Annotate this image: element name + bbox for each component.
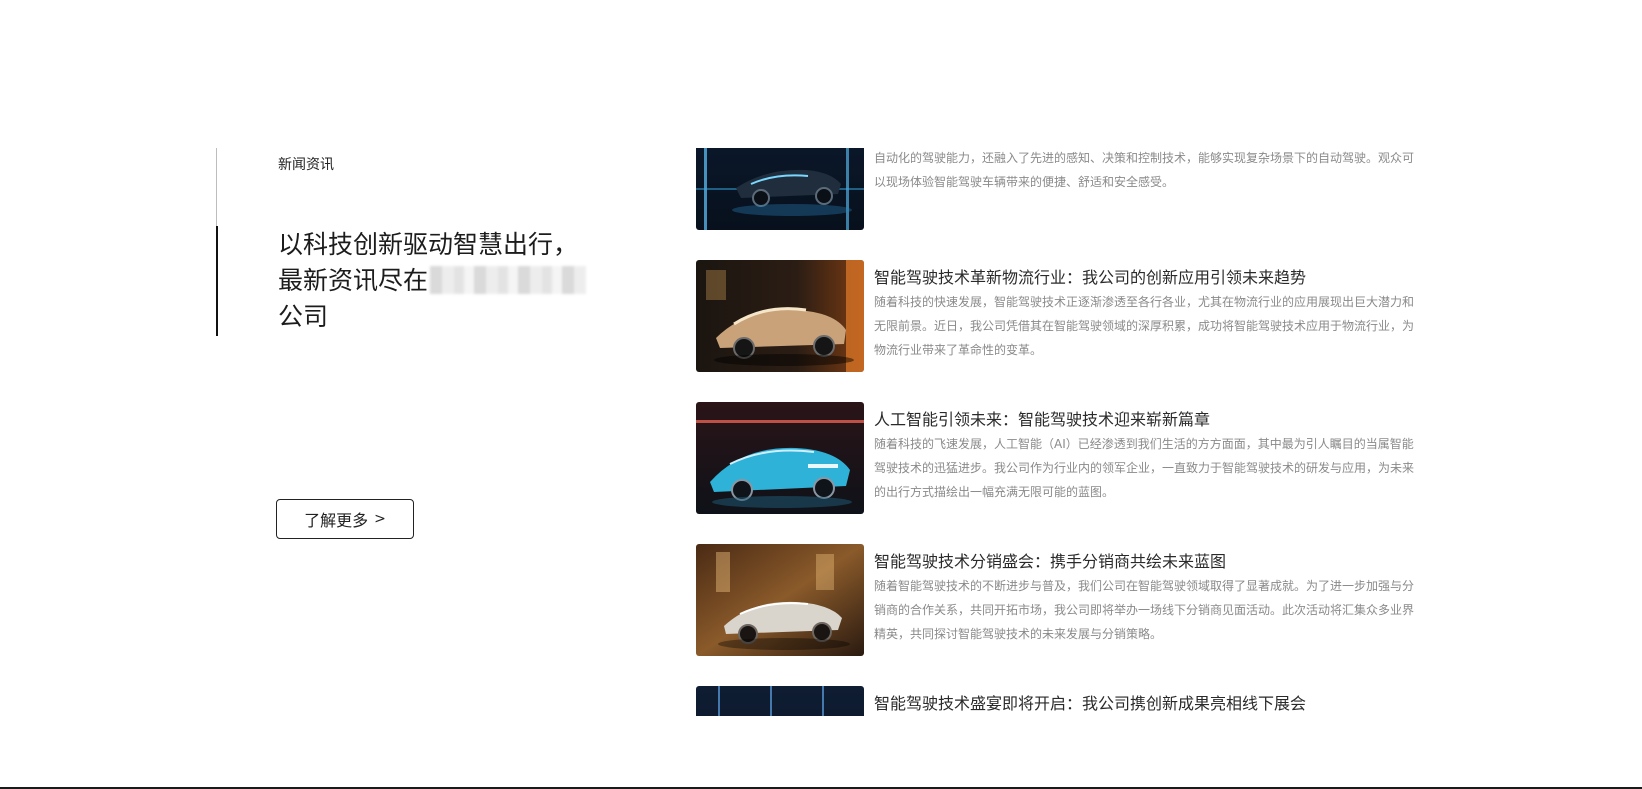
learn-more-button[interactable]: 了解更多 >	[276, 499, 414, 539]
news-thumbnail[interactable]	[696, 260, 864, 372]
news-item[interactable]: 人工智能引领未来：智能驾驶技术迎来崭新篇章 随着科技的飞速发展，人工智能（AI）…	[696, 402, 1416, 514]
section-accent-line	[216, 226, 218, 336]
news-description: 在展会上，我们将展出多款搭载智能驾驶技术的车辆，包括乘用车、商用车等。这些车辆不…	[874, 151, 1414, 189]
page: 新闻资讯 以科技创新驱动智慧出行， 最新资讯尽在 公司 了解更多 > 自动化的驾…	[0, 0, 1642, 789]
headline-line-3: 公司	[278, 302, 329, 331]
section-divider-line	[216, 148, 217, 228]
news-description: 随着科技的快速发展，智能驾驶技术正逐渐渗透至各行各业，尤其在物流行业的应用展现出…	[874, 295, 1414, 357]
news-thumbnail[interactable]	[696, 402, 864, 514]
news-description: 随着科技的飞速发展，人工智能（AI）已经渗透到我们生活的方方面面，其中最为引人瞩…	[874, 437, 1414, 499]
news-title[interactable]: 智能驾驶技术盛宴即将开启：我公司携创新成果亮相线下展会	[874, 690, 1414, 714]
news-title[interactable]: 人工智能引领未来：智能驾驶技术迎来崭新篇章	[874, 406, 1414, 430]
section-headline: 以科技创新驱动智慧出行， 最新资讯尽在 公司	[278, 227, 598, 335]
news-thumbnail[interactable]	[696, 544, 864, 656]
news-title[interactable]: 智能驾驶技术革新物流行业：我公司的创新应用引领未来趋势	[874, 264, 1414, 288]
news-description: 随着智能驾驶技术的不断进步与普及，我们公司在智能驾驶领域取得了显著成就。为了进一…	[874, 579, 1414, 641]
headline-line-1: 以科技创新驱动智慧出行，	[278, 230, 579, 259]
chevron-right-icon: >	[374, 511, 386, 527]
news-item[interactable]: 智能驾驶技术革新物流行业：我公司的创新应用引领未来趋势 随着科技的快速发展，智能…	[696, 260, 1416, 372]
news-list: 在展会上，我们将展出多款搭载智能驾驶技术的车辆，包括乘用车、商用车等。这些车辆不…	[696, 148, 1416, 716]
news-item[interactable]: 智能驾驶技术分销盛会：携手分销商共绘未来蓝图 随着智能驾驶技术的不断进步与普及，…	[696, 544, 1416, 656]
headline-line-2-text: 最新资讯尽在	[278, 266, 429, 295]
news-thumbnail[interactable]	[696, 148, 864, 230]
news-item[interactable]: 智能驾驶技术盛宴即将开启：我公司携创新成果亮相线下展会	[696, 686, 1416, 716]
headline-line-2: 最新资讯尽在	[278, 263, 598, 299]
news-thumbnail[interactable]	[696, 686, 864, 716]
news-item[interactable]: 在展会上，我们将展出多款搭载智能驾驶技术的车辆，包括乘用车、商用车等。这些车辆不…	[696, 148, 1416, 230]
redacted-company-name	[430, 266, 587, 294]
section-label: 新闻资讯	[278, 157, 334, 173]
learn-more-label: 了解更多	[304, 511, 369, 530]
news-title[interactable]: 智能驾驶技术分销盛会：携手分销商共绘未来蓝图	[874, 548, 1414, 572]
